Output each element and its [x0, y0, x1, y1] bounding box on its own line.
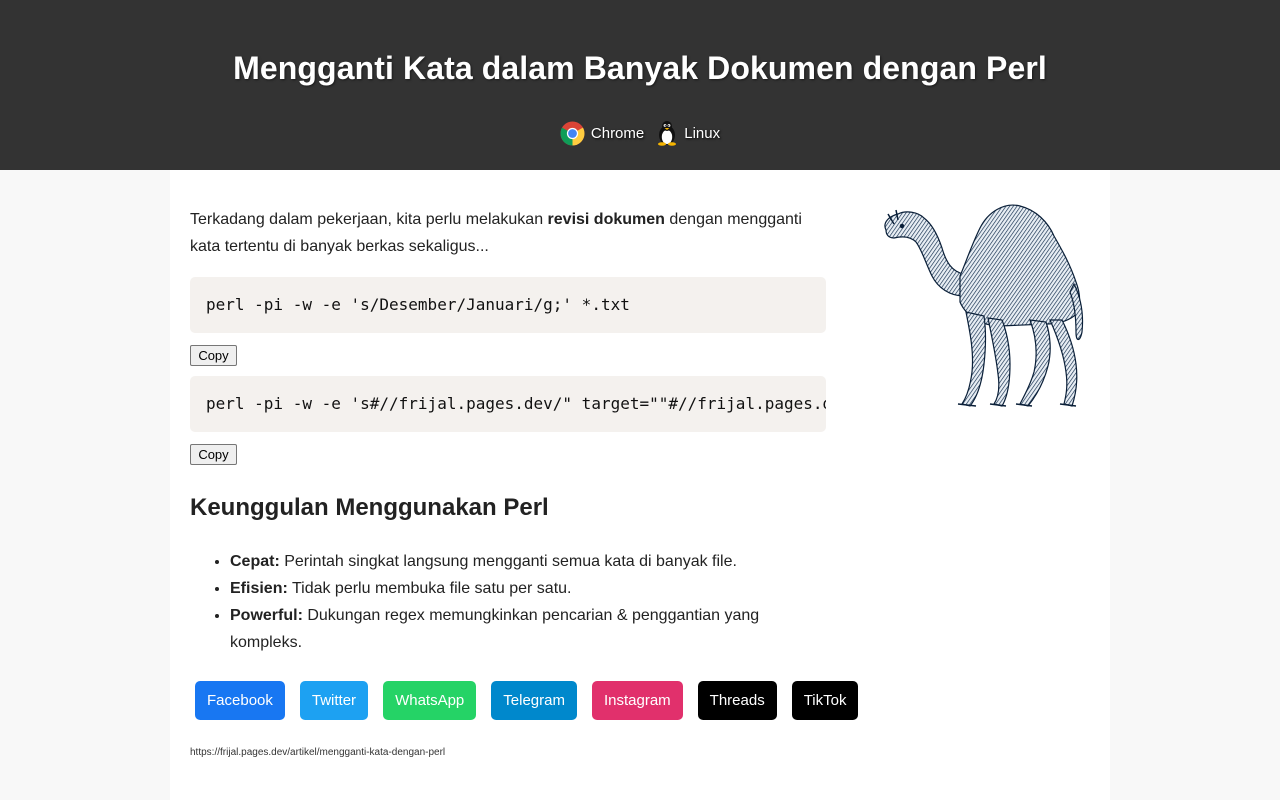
code-block-2[interactable]: perl -pi -w -e 's#//frijal.pages.dev/" t…: [190, 376, 826, 432]
advantage-desc: Perintah singkat langsung mengganti semu…: [279, 553, 737, 570]
share-facebook-button[interactable]: Facebook: [195, 681, 285, 720]
section-heading: Keunggulan Menggunakan Perl: [190, 494, 549, 521]
share-telegram-button[interactable]: Telegram: [491, 681, 577, 720]
perl-camel-image: [880, 192, 1085, 414]
advantage-desc: Tidak perlu membuka file satu per satu.: [287, 580, 572, 597]
intro-paragraph: Terkadang dalam pekerjaan, kita perlu me…: [190, 206, 820, 260]
tag-chrome-label: Chrome: [590, 124, 645, 142]
linux-tux-icon: [656, 120, 678, 146]
article-container: Terkadang dalam pekerjaan, kita perlu me…: [170, 170, 1110, 800]
article-content: Terkadang dalam pekerjaan, kita perlu me…: [190, 206, 859, 758]
tag-linux[interactable]: Linux: [656, 120, 720, 146]
advantage-desc: Dukungan regex memungkinkan pencarian & …: [230, 607, 760, 651]
list-item: Cepat: Perintah singkat langsung menggan…: [230, 548, 830, 575]
intro-text-start: Terkadang dalam pekerjaan, kita perlu me…: [190, 211, 548, 228]
copy-button-1[interactable]: Copy: [190, 345, 237, 366]
advantages-list: Cepat: Perintah singkat langsung menggan…: [190, 548, 830, 656]
intro-emphasis: revisi dokumen: [547, 211, 665, 228]
copy-button-2[interactable]: Copy: [190, 444, 237, 465]
advantage-term: Cepat:: [230, 553, 280, 570]
list-item: Powerful: Dukungan regex memungkinkan pe…: [230, 602, 830, 656]
advantage-term: Efisien:: [230, 580, 288, 597]
share-instagram-button[interactable]: Instagram: [591, 681, 683, 720]
chrome-icon: [560, 121, 585, 146]
share-buttons: Facebook Twitter WhatsApp Telegram Insta…: [195, 681, 859, 720]
share-whatsapp-button[interactable]: WhatsApp: [383, 681, 477, 720]
share-threads-button[interactable]: Threads: [697, 681, 777, 720]
share-twitter-button[interactable]: Twitter: [299, 681, 369, 720]
article-url: https://frijal.pages.dev/artikel/menggan…: [190, 747, 446, 758]
page-title: Mengganti Kata dalam Banyak Dokumen deng…: [233, 50, 1047, 86]
code-block-1[interactable]: perl -pi -w -e 's/Desember/Januari/g;' *…: [190, 277, 826, 333]
advantage-term: Powerful:: [230, 607, 303, 624]
page-header: Mengganti Kata dalam Banyak Dokumen deng…: [0, 0, 1280, 170]
list-item: Efisien: Tidak perlu membuka file satu p…: [230, 575, 830, 602]
share-tiktok-button[interactable]: TikTok: [791, 681, 859, 720]
tag-list: Chrome Linux: [0, 120, 1280, 146]
tag-chrome[interactable]: Chrome: [560, 121, 644, 146]
tag-linux-label: Linux: [684, 124, 721, 142]
